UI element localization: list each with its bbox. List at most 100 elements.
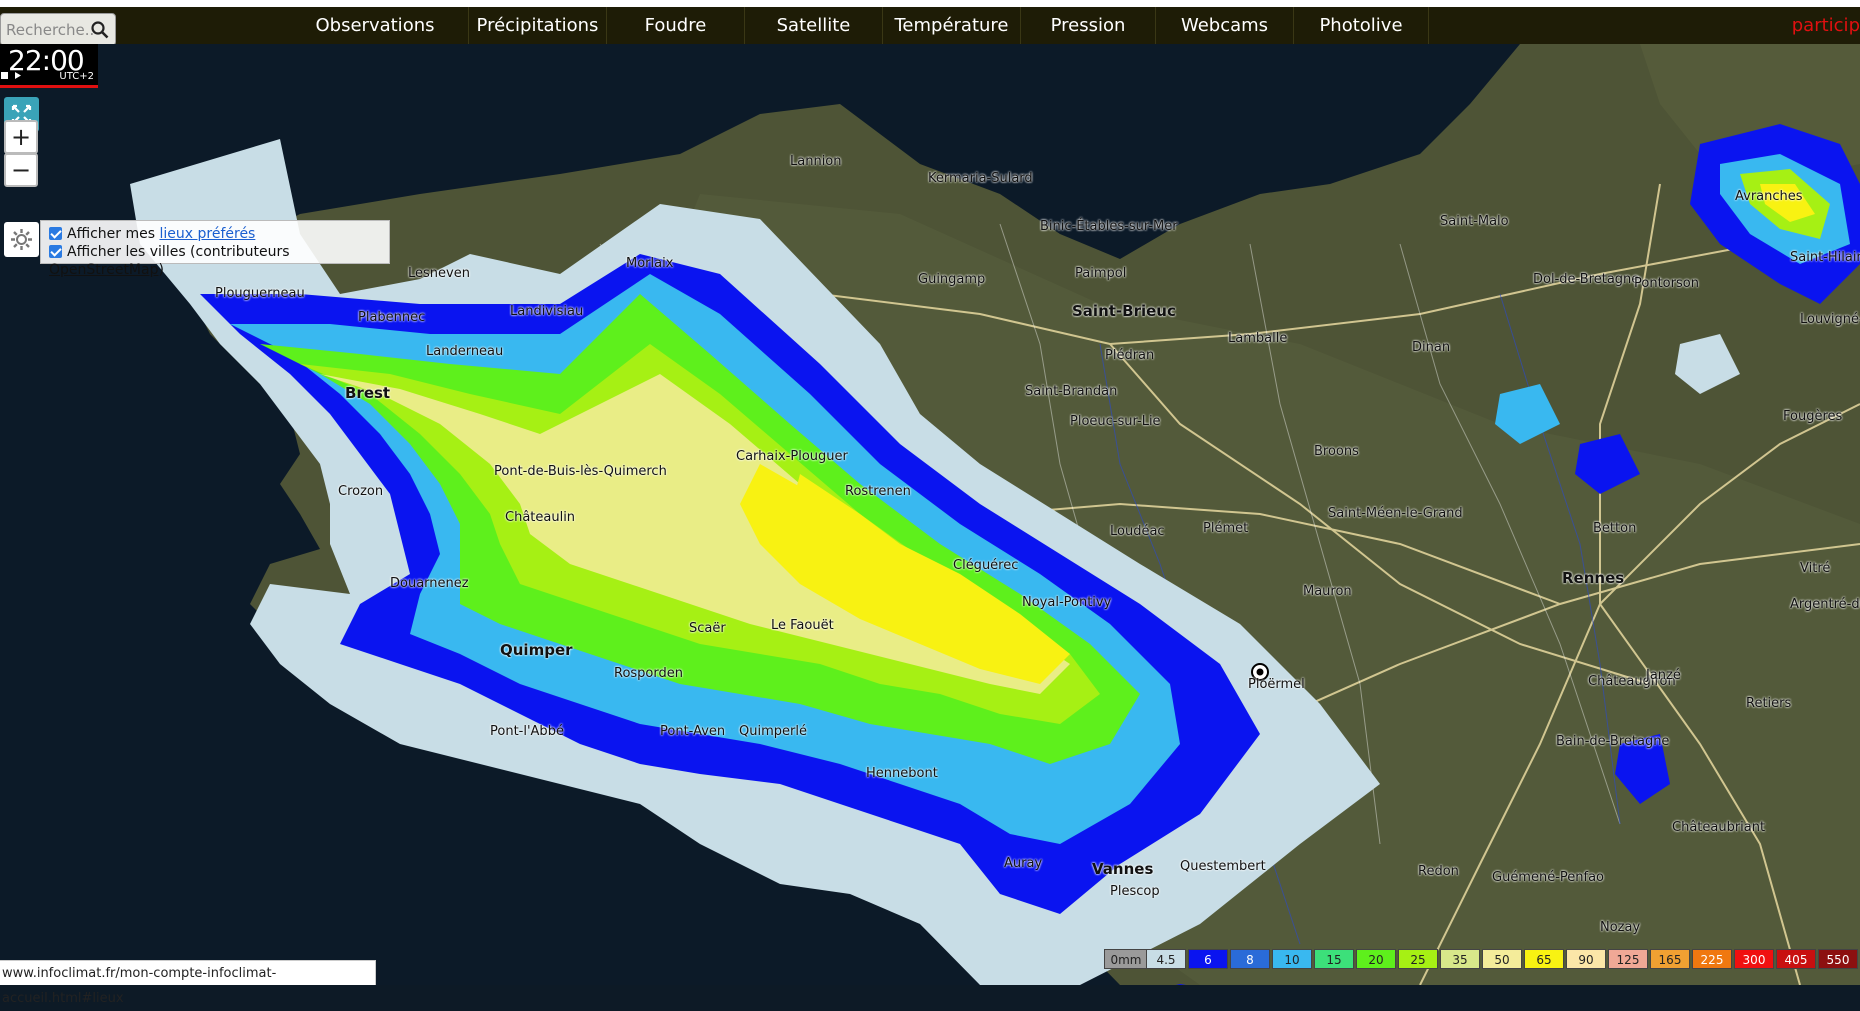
legend-swatch: 225 bbox=[1692, 949, 1732, 969]
stop-icon[interactable] bbox=[1, 72, 8, 79]
city-label: Hennebont bbox=[866, 766, 938, 781]
main-nav-bar: Observations Précipitations Foudre Satel… bbox=[0, 7, 1860, 44]
time-display: 22:00 UTC+2 bbox=[0, 44, 98, 88]
legend-swatch: 405 bbox=[1776, 949, 1816, 969]
top-white-strip bbox=[0, 0, 1860, 7]
city-label: Plouguerneau bbox=[215, 286, 305, 301]
city-label: Saint-Brandan bbox=[1025, 384, 1118, 399]
settings-button[interactable] bbox=[4, 222, 39, 257]
city-label: Janzé bbox=[1646, 668, 1681, 683]
nav-precipitations[interactable]: Précipitations bbox=[469, 7, 607, 44]
nav-observations[interactable]: Observations bbox=[282, 7, 469, 44]
city-label: Châteaubriant bbox=[1672, 820, 1766, 835]
search-box[interactable]: Recherche.. bbox=[0, 13, 116, 46]
legend-swatch: 50 bbox=[1482, 949, 1522, 969]
city-label: Carhaix-Plouguer bbox=[736, 449, 848, 464]
play-icon[interactable] bbox=[15, 72, 21, 79]
checkbox-favorites[interactable] bbox=[49, 227, 62, 240]
openstreetmap-link[interactable]: OpenStreetMap bbox=[49, 262, 158, 278]
city-label: Pont-de-Buis-lès-Quimerch bbox=[494, 464, 667, 479]
layer-favorites-label: Afficher mes bbox=[67, 226, 160, 242]
gear-icon bbox=[11, 229, 32, 250]
favorites-link[interactable]: lieux préférés bbox=[160, 226, 256, 242]
nav-photolive[interactable]: Photolive bbox=[1294, 7, 1429, 44]
city-label: Rosporden bbox=[614, 666, 683, 681]
radar-map[interactable]: Brest Plouguerneau Plabennec Lesneven La… bbox=[0, 44, 1860, 985]
minus-icon: − bbox=[10, 156, 32, 184]
city-label: Dol-de-Bretagne bbox=[1533, 272, 1640, 287]
city-label: Plescop bbox=[1110, 884, 1160, 899]
nav-participer[interactable]: particip bbox=[1792, 7, 1860, 44]
city-label: Châteaulin bbox=[505, 510, 576, 525]
zoom-in-button[interactable]: + bbox=[4, 120, 38, 154]
city-label: Lesneven bbox=[408, 266, 470, 281]
city-label: Betton bbox=[1593, 521, 1637, 536]
layer-favorites-row[interactable]: Afficher mes lieux préférés bbox=[49, 225, 255, 243]
city-label: Ploeuc-sur-Lie bbox=[1070, 414, 1161, 429]
legend-swatch: 4.5 bbox=[1146, 949, 1186, 969]
city-label: Auray bbox=[1004, 856, 1043, 871]
city-label: Quimperlé bbox=[739, 724, 807, 739]
city-label: Broons bbox=[1314, 444, 1359, 459]
search-input[interactable]: Recherche.. bbox=[6, 21, 94, 39]
timezone-label: UTC+2 bbox=[59, 71, 94, 82]
legend-swatch: 35 bbox=[1440, 949, 1480, 969]
city-label: Saint-Méen-le-Grand bbox=[1328, 506, 1463, 521]
layer-cities-row[interactable]: Afficher les villes (contributeurs OpenS… bbox=[49, 243, 389, 278]
city-label: Rennes bbox=[1562, 569, 1625, 587]
city-label: Lamballe bbox=[1228, 331, 1288, 346]
nav-temperature[interactable]: Température bbox=[883, 7, 1021, 44]
legend-swatch: 65 bbox=[1524, 949, 1564, 969]
city-label: Ploërmel bbox=[1248, 677, 1305, 692]
city-label: Plédran bbox=[1105, 348, 1155, 363]
city-label: Vannes bbox=[1092, 860, 1154, 878]
city-label: Questembert bbox=[1180, 859, 1266, 874]
legend-swatch: 25 bbox=[1398, 949, 1438, 969]
city-label: Crozon bbox=[338, 484, 384, 499]
status-bar-url: www.infoclimat.fr/mon-compte-infoclimat-… bbox=[0, 960, 376, 1006]
zoom-out-button[interactable]: − bbox=[4, 153, 38, 187]
city-label: Guingamp bbox=[918, 272, 986, 287]
city-label: Bain-de-Bretagne bbox=[1556, 734, 1670, 749]
checkbox-cities[interactable] bbox=[49, 245, 62, 258]
city-label: Plémet bbox=[1203, 521, 1249, 536]
city-label: Le Faouët bbox=[771, 618, 834, 633]
nav-pression[interactable]: Pression bbox=[1021, 7, 1156, 44]
city-label: Fougères bbox=[1783, 409, 1843, 424]
city-label: Landerneau bbox=[426, 344, 504, 359]
city-label: Guémené-Penfao bbox=[1492, 870, 1605, 885]
timeline-progress-bar[interactable] bbox=[0, 85, 98, 88]
city-label: Douarnenez bbox=[390, 576, 469, 591]
city-label: Loudéac bbox=[1110, 524, 1165, 539]
nav-foudre[interactable]: Foudre bbox=[607, 7, 745, 44]
layers-panel: Afficher mes lieux préférés Afficher les… bbox=[40, 220, 390, 278]
city-label: Scaër bbox=[689, 621, 726, 636]
city-label: Binic-Étables-sur-Mer bbox=[1040, 219, 1178, 234]
city-label: Paimpol bbox=[1075, 266, 1127, 281]
city-label: Saint-Malo bbox=[1440, 214, 1509, 229]
city-label: Dinan bbox=[1412, 340, 1451, 355]
nav-webcams[interactable]: Webcams bbox=[1156, 7, 1294, 44]
legend-swatch: 0mm bbox=[1104, 949, 1148, 969]
city-label: Rostrenen bbox=[845, 484, 911, 499]
city-label: Retiers bbox=[1746, 696, 1792, 711]
city-label: Vitré bbox=[1800, 561, 1831, 576]
playback-controls bbox=[1, 72, 21, 79]
city-label: Brest bbox=[345, 384, 391, 402]
layer-cities-suffix: ) bbox=[158, 262, 164, 278]
plus-icon: + bbox=[10, 123, 32, 151]
legend-swatch: 20 bbox=[1356, 949, 1396, 969]
city-label: Avranches bbox=[1735, 189, 1803, 204]
city-label: Mauron bbox=[1303, 584, 1352, 599]
city-label: Pont-Aven bbox=[660, 724, 726, 739]
legend-swatch: 125 bbox=[1608, 949, 1648, 969]
city-label: Quimper bbox=[500, 641, 573, 659]
city-label: Landivisiau bbox=[510, 304, 584, 319]
city-label: Cléguérec bbox=[953, 558, 1019, 573]
search-icon[interactable] bbox=[91, 21, 109, 39]
city-label: Pont-l'Abbé bbox=[490, 724, 564, 739]
city-label: Saint-Brieuc bbox=[1072, 302, 1176, 320]
nav-satellite[interactable]: Satellite bbox=[745, 7, 883, 44]
city-label: Noyal-Pontivy bbox=[1022, 595, 1112, 610]
city-label: Pontorson bbox=[1634, 276, 1699, 291]
